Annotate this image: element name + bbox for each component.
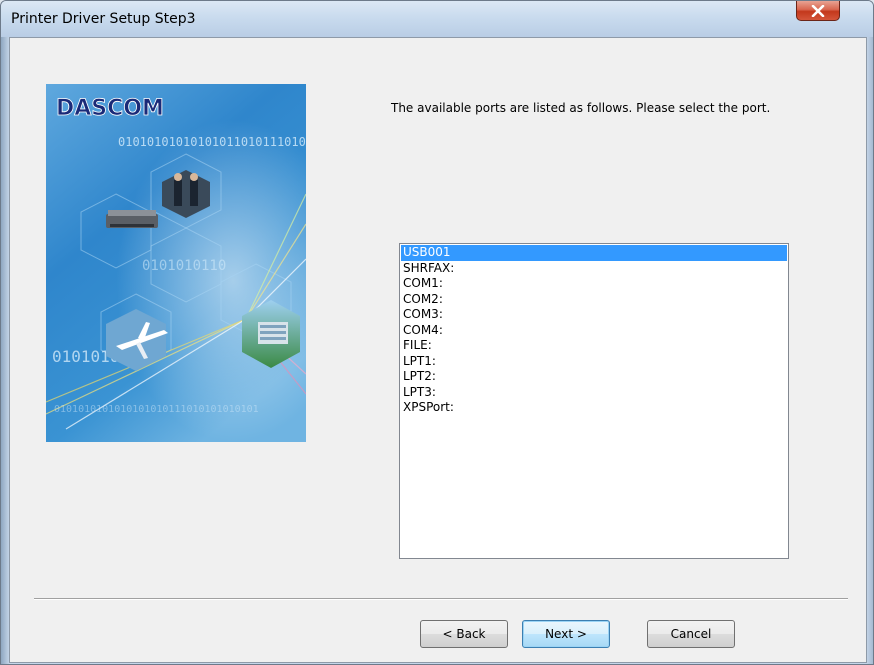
window-title: Printer Driver Setup Step3 bbox=[11, 11, 196, 27]
port-list-item[interactable]: FILE: bbox=[401, 338, 787, 354]
port-list-item[interactable]: LPT2: bbox=[401, 369, 787, 385]
instruction-text: The available ports are listed as follow… bbox=[391, 101, 771, 115]
port-list-item[interactable]: XPSPort: bbox=[401, 400, 787, 416]
dialog-client-area: DASCOM 01010101010101011010111010 010101… bbox=[9, 37, 867, 663]
port-list-item[interactable]: COM2: bbox=[401, 292, 787, 308]
window-frame-right bbox=[867, 37, 873, 664]
dascom-banner-image: DASCOM 01010101010101011010111010 010101… bbox=[46, 84, 306, 442]
window-frame-left bbox=[1, 37, 9, 664]
port-list-item[interactable]: USB001 bbox=[401, 245, 787, 261]
back-button[interactable]: < Back bbox=[420, 620, 508, 648]
printer-photo bbox=[106, 210, 158, 228]
binary-text-4: 0101010101010101010111010101010101 bbox=[54, 404, 259, 415]
binary-text-2: 0101010110 bbox=[142, 258, 226, 274]
close-button[interactable] bbox=[796, 1, 840, 21]
port-list-item[interactable]: LPT1: bbox=[401, 354, 787, 370]
dascom-logo-text: DASCOM bbox=[56, 96, 164, 121]
port-list-item[interactable]: LPT3: bbox=[401, 385, 787, 401]
setup-dialog-window: Printer Driver Setup Step3 DASCOM 010101… bbox=[0, 0, 874, 665]
port-list-item[interactable]: COM4: bbox=[401, 323, 787, 339]
close-icon bbox=[811, 4, 825, 17]
cancel-button[interactable]: Cancel bbox=[647, 620, 735, 648]
port-list-item[interactable]: COM3: bbox=[401, 307, 787, 323]
port-listbox[interactable]: USB001 SHRFAX: COM1: COM2: COM3: COM4: FILE: LP… bbox=[399, 243, 789, 559]
binary-text-1: 01010101010101011010111010 bbox=[118, 135, 306, 149]
port-list-item[interactable]: SHRFAX: bbox=[401, 261, 787, 277]
port-list-item[interactable]: COM1: bbox=[401, 276, 787, 292]
title-bar[interactable]: Printer Driver Setup Step3 bbox=[1, 1, 873, 37]
button-separator bbox=[34, 598, 848, 600]
next-button[interactable]: Next > bbox=[522, 620, 610, 648]
